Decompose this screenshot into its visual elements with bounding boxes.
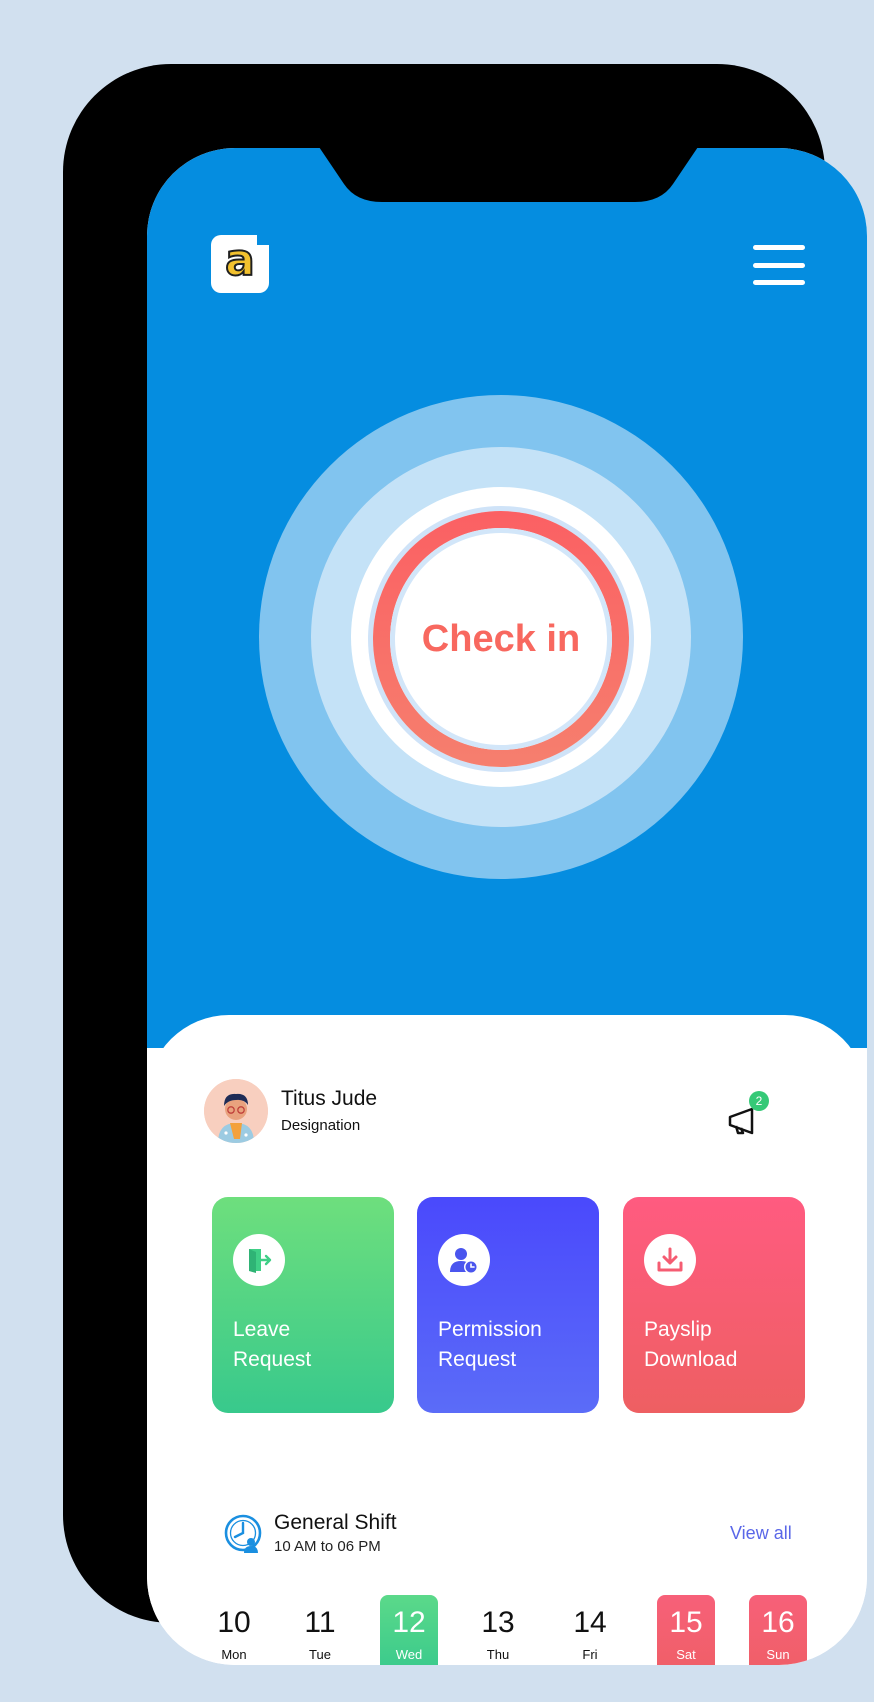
permission-request-label: Permission Request <box>438 1315 588 1375</box>
day-number: 12 <box>392 1606 426 1639</box>
app-screen: a Check in Titus Jude Designation 2 Leav… <box>147 148 867 1665</box>
tile-label-line: Request <box>438 1348 517 1371</box>
phone-frame: a Check in Titus Jude Designation 2 Leav… <box>63 64 867 1665</box>
announcements-button[interactable]: 2 <box>727 1091 771 1139</box>
user-name: Titus Jude <box>281 1087 378 1110</box>
menu-bar <box>753 262 805 268</box>
tile-label-line: Permission <box>438 1318 542 1341</box>
shift-clock-icon <box>223 1513 263 1553</box>
day-of-week: Thu <box>486 1647 510 1662</box>
shift-time: 10 AM to 06 PM <box>274 1538 381 1555</box>
day-number: 14 <box>573 1606 607 1639</box>
permission-request-tile[interactable]: Permission Request <box>417 1197 599 1413</box>
check-in-button[interactable]: Check in <box>373 511 629 767</box>
user-designation: Designation <box>281 1117 361 1134</box>
calendar-day[interactable]: 10 Mon <box>205 1595 263 1665</box>
day-of-week: Fri <box>582 1647 598 1662</box>
shift-title: General Shift <box>274 1511 397 1534</box>
day-number: 10 <box>217 1606 251 1639</box>
day-of-week: Sun <box>766 1647 790 1662</box>
payslip-download-label: Payslip Download <box>644 1315 794 1375</box>
download-icon <box>644 1234 696 1286</box>
leave-request-label: Leave Request <box>233 1315 383 1375</box>
calendar-day-weekend[interactable]: 16 Sun <box>749 1595 807 1665</box>
phone-notch <box>317 148 700 204</box>
day-of-week: Tue <box>309 1647 331 1662</box>
calendar-day[interactable]: 14 Fri <box>561 1595 619 1665</box>
tile-label-line: Download <box>644 1348 738 1371</box>
day-number: 15 <box>669 1606 703 1639</box>
app-logo[interactable]: a <box>211 233 271 293</box>
day-number: 11 <box>304 1606 336 1639</box>
tile-label-line: Request <box>233 1348 312 1371</box>
calendar-day-weekend[interactable]: 15 Sat <box>657 1595 715 1665</box>
calendar-day[interactable]: 13 Thu <box>469 1595 527 1665</box>
menu-bar <box>753 280 805 285</box>
dashboard-card: Titus Jude Designation 2 Leave Request P… <box>147 1015 867 1665</box>
day-number: 13 <box>481 1606 515 1639</box>
avatar[interactable] <box>204 1079 268 1143</box>
menu-bar <box>753 245 805 250</box>
calendar-day[interactable]: 11 Tue <box>291 1595 349 1665</box>
day-of-week: Sat <box>676 1647 696 1662</box>
view-all-link[interactable]: View all <box>730 1523 792 1544</box>
leave-request-tile[interactable]: Leave Request <box>212 1197 394 1413</box>
hamburger-menu-icon[interactable] <box>753 245 805 285</box>
logo-letter: a <box>224 235 256 286</box>
day-of-week: Wed <box>395 1647 423 1662</box>
payslip-download-tile[interactable]: Payslip Download <box>623 1197 805 1413</box>
calendar-day-selected[interactable]: 12 Wed <box>380 1595 438 1665</box>
day-number: 16 <box>761 1606 795 1639</box>
exit-door-icon <box>233 1234 285 1286</box>
tile-label-line: Leave <box>233 1318 291 1341</box>
logo-corner <box>257 233 271 245</box>
checkin-header-area: a Check in <box>147 148 867 1048</box>
tile-label-line: Payslip <box>644 1318 712 1341</box>
day-of-week: Mon <box>221 1647 247 1662</box>
notification-badge: 2 <box>749 1091 769 1111</box>
user-clock-icon <box>438 1234 490 1286</box>
